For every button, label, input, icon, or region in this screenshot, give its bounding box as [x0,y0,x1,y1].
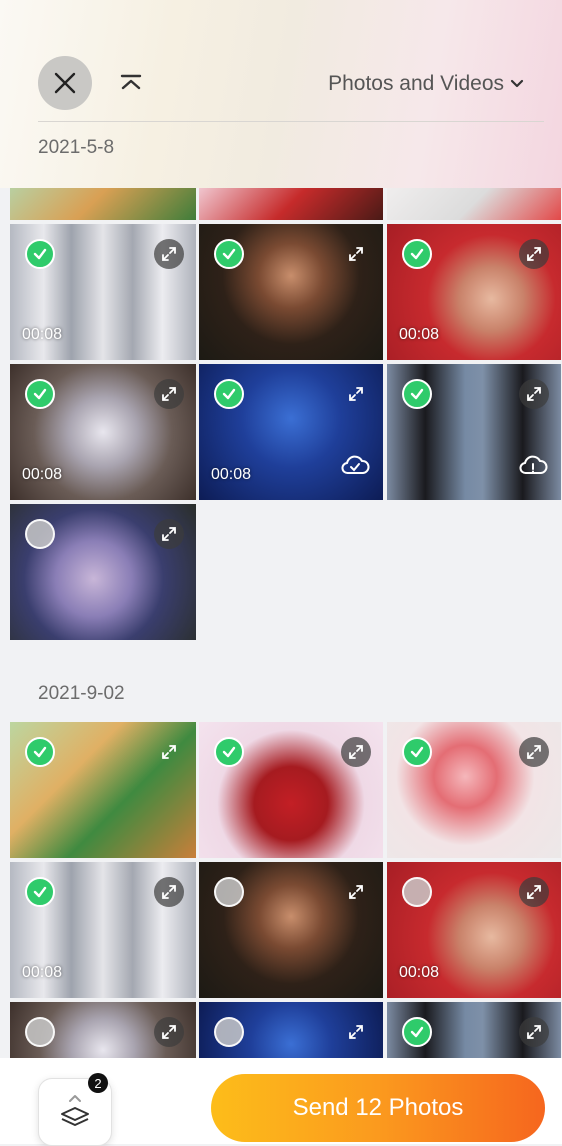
photo-thumbnail[interactable]: 00:08 [199,364,383,500]
expand-icon[interactable] [154,519,184,549]
photo-thumbnail[interactable]: 00:08 [387,224,561,360]
photo-thumbnail[interactable] [10,504,196,640]
photo-thumbnail[interactable]: 00:08 [10,364,196,500]
photo-thumbnail[interactable]: 00:08 [10,224,196,360]
unselected-circle-icon[interactable] [25,519,55,549]
unselected-circle-icon[interactable] [214,1017,244,1047]
selected-check-icon[interactable] [214,379,244,409]
send-button[interactable]: Send 12 Photos [211,1074,545,1142]
photo-thumbnail[interactable] [10,722,196,858]
header: Photos and Videos 2021-5-8 [0,0,562,188]
selected-check-icon[interactable] [25,877,55,907]
video-duration: 00:08 [211,466,252,483]
photo-thumbnail[interactable] [199,722,383,858]
bottom-action-bar: 2 Send 12 Photos [0,1058,562,1146]
expand-icon[interactable] [341,1017,371,1047]
photo-thumbnail[interactable]: 00:08 [10,862,196,998]
chevron-down-icon [510,79,524,88]
video-duration: 00:08 [399,964,440,981]
video-duration: 00:08 [22,466,63,483]
unselected-circle-icon[interactable] [402,877,432,907]
photo-thumbnail-partial[interactable] [10,186,196,220]
layers-icon [61,1095,89,1126]
video-duration: 00:08 [22,326,63,343]
expand-icon[interactable] [341,877,371,907]
section-date: 2021-5-8 [38,137,115,158]
expand-icon[interactable] [341,379,371,409]
collapse-button[interactable] [114,66,148,100]
cloud-icon [339,453,371,484]
selected-check-icon[interactable] [214,239,244,269]
expand-icon[interactable] [341,737,371,767]
photo-thumbnail[interactable]: 00:08 [387,862,561,998]
cloud-error-icon [517,453,549,484]
selected-check-icon[interactable] [25,379,55,409]
photo-thumbnail[interactable] [199,224,383,360]
photo-thumbnail[interactable] [387,364,561,500]
media-filter-dropdown[interactable]: Photos and Videos [328,72,524,96]
expand-icon[interactable] [519,877,549,907]
video-duration: 00:08 [22,964,63,981]
expand-icon[interactable] [519,239,549,269]
selected-check-icon[interactable] [402,379,432,409]
expand-icon[interactable] [154,1017,184,1047]
unselected-circle-icon[interactable] [214,877,244,907]
photo-thumbnail[interactable] [387,722,561,858]
header-divider [38,121,544,122]
selected-check-icon[interactable] [402,1017,432,1047]
close-icon [54,72,76,94]
close-button[interactable] [38,56,92,110]
expand-icon[interactable] [154,877,184,907]
selected-check-icon[interactable] [214,737,244,767]
media-filter-label: Photos and Videos [328,72,504,95]
section-date: 2021-9-02 [38,683,125,704]
photo-thumbnail-partial[interactable] [387,186,561,220]
selected-check-icon[interactable] [25,737,55,767]
expand-icon[interactable] [154,737,184,767]
photo-thumbnail-partial[interactable] [199,186,383,220]
video-duration: 00:08 [399,326,440,343]
expand-icon[interactable] [519,737,549,767]
photo-thumbnail[interactable] [199,862,383,998]
expand-icon[interactable] [154,379,184,409]
photo-thumbnail[interactable] [387,1002,561,1062]
expand-icon[interactable] [154,239,184,269]
photo-thumbnail[interactable] [199,1002,383,1062]
unselected-circle-icon[interactable] [25,1017,55,1047]
selected-check-icon[interactable] [402,239,432,269]
collapse-icon [120,74,142,90]
photo-thumbnail[interactable] [10,1002,196,1062]
selected-check-icon[interactable] [402,737,432,767]
selection-count-badge: 2 [88,1073,108,1093]
expand-icon[interactable] [519,1017,549,1047]
expand-icon[interactable] [519,379,549,409]
selected-check-icon[interactable] [25,239,55,269]
expand-icon[interactable] [341,239,371,269]
